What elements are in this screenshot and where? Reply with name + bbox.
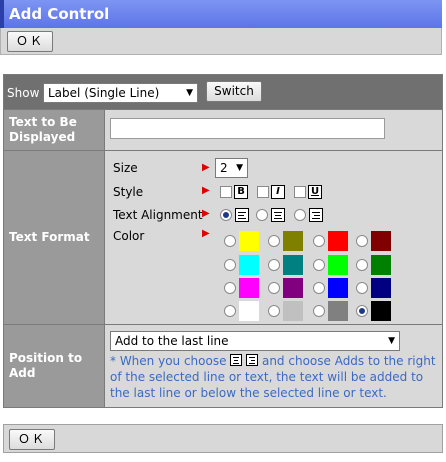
- color-radio[interactable]: [356, 282, 368, 294]
- color-radio[interactable]: [268, 305, 280, 317]
- color-swatch[interactable]: [239, 231, 259, 251]
- position-to-add-label: Position to Add: [4, 325, 104, 407]
- style-label: Style: [113, 185, 144, 199]
- control-type-select[interactable]: Label (Single Line) ▼: [43, 83, 198, 103]
- show-row: Show Label (Single Line) ▼ Switch: [4, 75, 442, 109]
- italic-checkbox[interactable]: [257, 186, 269, 198]
- text-to-display-input[interactable]: [110, 118, 385, 139]
- note-part1: * When you choose: [110, 354, 227, 368]
- size-value: 2: [220, 161, 228, 175]
- switch-button[interactable]: Switch: [206, 81, 262, 102]
- align-center-radio[interactable]: [256, 209, 268, 221]
- ok-button-bottom[interactable]: ＯＫ: [9, 429, 55, 450]
- color-swatch[interactable]: [328, 255, 348, 275]
- align-center-icon: [230, 354, 243, 366]
- color-swatch[interactable]: [283, 231, 303, 251]
- style-arrow-icon: ▶: [202, 185, 210, 196]
- color-label: Color: [113, 229, 145, 243]
- position-value: Add to the last line: [115, 334, 229, 348]
- chevron-down-icon: ▼: [186, 88, 193, 98]
- color-arrow-icon: ▶: [202, 228, 210, 239]
- color-swatch[interactable]: [371, 278, 391, 298]
- underline-icon: U: [308, 185, 322, 199]
- bold-checkbox[interactable]: [220, 186, 232, 198]
- color-swatch[interactable]: [328, 231, 348, 251]
- chevron-down-icon: ▼: [388, 336, 395, 346]
- color-radio[interactable]: [224, 259, 236, 271]
- size-arrow-icon: ▶: [202, 162, 210, 173]
- position-note: * When you choose and choose Adds to the…: [110, 353, 440, 401]
- align-left-radio[interactable]: [220, 209, 232, 221]
- color-swatch[interactable]: [328, 301, 348, 321]
- text-format-cell: Size ▶ 2 ▼ Style ▶ B I U Text Alignment …: [105, 151, 442, 324]
- color-swatch[interactable]: [371, 301, 391, 321]
- color-swatch[interactable]: [283, 278, 303, 298]
- text-format-label: Text Format: [4, 151, 104, 324]
- top-toolbar: ＯＫ: [0, 28, 442, 55]
- color-radio[interactable]: [313, 282, 325, 294]
- position-to-add-cell: Add to the last line ▼ * When you choose…: [105, 325, 442, 407]
- color-radio[interactable]: [356, 259, 368, 271]
- color-swatch[interactable]: [239, 278, 259, 298]
- chevron-down-icon: ▼: [236, 163, 243, 173]
- text-to-display-label: Text to Be Displayed: [4, 110, 104, 150]
- position-select[interactable]: Add to the last line ▼: [110, 331, 400, 351]
- color-radio[interactable]: [313, 305, 325, 317]
- color-swatch[interactable]: [283, 255, 303, 275]
- color-swatch[interactable]: [239, 301, 259, 321]
- show-label: Show: [7, 86, 40, 100]
- align-center-icon: [271, 208, 285, 222]
- color-radio[interactable]: [224, 235, 236, 247]
- size-select[interactable]: 2 ▼: [215, 158, 248, 178]
- window-title: Add Control: [0, 0, 442, 28]
- color-swatch[interactable]: [371, 255, 391, 275]
- align-right-icon: [309, 208, 323, 222]
- text-to-display-cell: [105, 110, 442, 150]
- bold-icon: B: [234, 185, 248, 199]
- control-type-value: Label (Single Line): [48, 86, 160, 100]
- color-radio[interactable]: [313, 259, 325, 271]
- underline-checkbox[interactable]: [294, 186, 306, 198]
- color-radio[interactable]: [313, 235, 325, 247]
- align-right-icon: [246, 354, 259, 366]
- bottom-toolbar: ＯＫ: [3, 424, 443, 453]
- alignment-label: Text Alignment: [113, 208, 203, 222]
- ok-button-top[interactable]: ＯＫ: [7, 31, 53, 52]
- color-radio[interactable]: [224, 305, 236, 317]
- align-right-radio[interactable]: [294, 209, 306, 221]
- align-left-icon: [235, 208, 249, 222]
- alignment-arrow-icon: ▶: [202, 208, 210, 219]
- color-radio[interactable]: [268, 259, 280, 271]
- color-radio[interactable]: [356, 305, 368, 317]
- color-radio[interactable]: [268, 282, 280, 294]
- color-swatch[interactable]: [283, 301, 303, 321]
- color-swatch[interactable]: [371, 231, 391, 251]
- color-radio[interactable]: [356, 235, 368, 247]
- color-radio[interactable]: [224, 282, 236, 294]
- control-form: Show Label (Single Line) ▼ Switch Text t…: [3, 74, 443, 408]
- color-swatch[interactable]: [328, 278, 348, 298]
- size-label: Size: [113, 161, 138, 175]
- color-radio[interactable]: [268, 235, 280, 247]
- italic-icon: I: [271, 185, 285, 199]
- color-swatch[interactable]: [239, 255, 259, 275]
